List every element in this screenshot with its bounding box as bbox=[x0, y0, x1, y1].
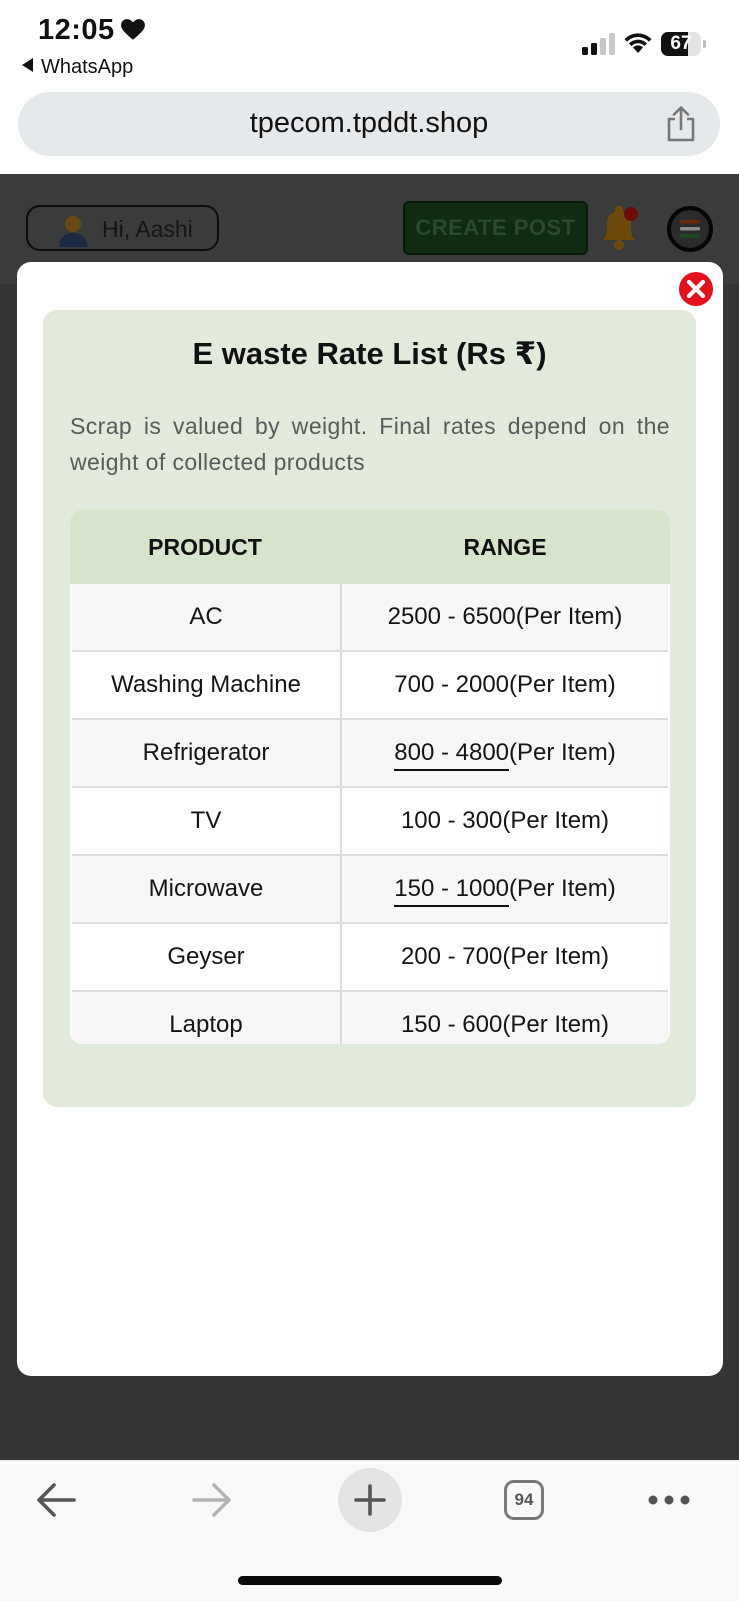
range-unit: (Per Item) bbox=[502, 1011, 610, 1038]
user-greeting-button[interactable]: Hi, Aashi bbox=[26, 205, 219, 251]
wifi-icon bbox=[624, 33, 652, 53]
rate-table[interactable]: PRODUCT RANGE AC 2500 - 6500(Per Item) W… bbox=[70, 510, 670, 1044]
range-cell: 150 - 1000(Per Item) bbox=[342, 856, 668, 922]
range-unit: (Per Item) bbox=[509, 739, 616, 766]
modal-title: E waste Rate List (Rs ₹) bbox=[192, 336, 547, 371]
plus-icon bbox=[354, 1484, 386, 1516]
heart-icon bbox=[121, 19, 145, 40]
close-icon[interactable] bbox=[677, 270, 715, 308]
range-value: 150 - 600 bbox=[400, 1011, 503, 1038]
status-bar: 12:05 WhatsApp 67 bbox=[0, 0, 739, 88]
table-row: Microwave 150 - 1000(Per Item) bbox=[72, 856, 668, 924]
table-row: Refrigerator 800 - 4800(Per Item) bbox=[72, 720, 668, 788]
range-value: 2500 - 6500 bbox=[387, 603, 516, 630]
header-range: RANGE bbox=[463, 534, 547, 560]
battery-percent: 67 bbox=[670, 33, 692, 54]
range-cell: 200 - 700(Per Item) bbox=[342, 924, 668, 990]
range-unit: (Per Item) bbox=[502, 943, 610, 970]
range-unit: (Per Item) bbox=[509, 671, 616, 698]
notification-bell-icon[interactable] bbox=[595, 202, 643, 252]
range-value-link[interactable]: 150 - 1000 bbox=[394, 875, 510, 907]
address-bar[interactable]: tpecom.tpddt.shop bbox=[18, 92, 720, 156]
url-text: tpecom.tpddt.shop bbox=[249, 107, 489, 139]
range-value: 700 - 2000 bbox=[394, 671, 510, 698]
range-cell: 150 - 600(Per Item) bbox=[342, 992, 668, 1044]
greeting-text: Hi, Aashi bbox=[102, 216, 193, 242]
share-icon[interactable] bbox=[664, 106, 698, 142]
table-header: PRODUCT RANGE bbox=[70, 510, 670, 584]
more-options-icon[interactable] bbox=[647, 1490, 691, 1510]
cellular-signal-icon bbox=[582, 33, 615, 55]
tabs-button[interactable]: 94 bbox=[504, 1480, 544, 1520]
home-indicator[interactable] bbox=[238, 1576, 502, 1585]
menu-icon[interactable] bbox=[667, 206, 713, 252]
product-cell: Geyser bbox=[72, 924, 342, 990]
clock: 12:05 bbox=[38, 14, 115, 46]
table-row: Washing Machine 700 - 2000(Per Item) bbox=[72, 652, 668, 720]
product-cell: TV bbox=[72, 788, 342, 854]
product-cell: AC bbox=[72, 584, 342, 650]
product-cell: Refrigerator bbox=[72, 720, 342, 786]
header-product: PRODUCT bbox=[148, 534, 262, 560]
battery-icon: 67 bbox=[661, 32, 707, 56]
modal-description: Scrap is valued by weight. Final rates d… bbox=[70, 413, 670, 475]
back-triangle-icon bbox=[22, 58, 33, 72]
create-post-button[interactable]: CREATE POST bbox=[403, 201, 588, 255]
table-row: TV 100 - 300(Per Item) bbox=[72, 788, 668, 856]
product-cell: Microwave bbox=[72, 856, 342, 922]
range-unit: (Per Item) bbox=[515, 603, 623, 630]
range-value-link[interactable]: 800 - 4800 bbox=[394, 739, 510, 771]
user-avatar-icon bbox=[59, 216, 87, 247]
product-cell: Laptop bbox=[72, 992, 342, 1044]
back-app-label: WhatsApp bbox=[41, 56, 134, 78]
table-row: AC 2500 - 6500(Per Item) bbox=[72, 584, 668, 652]
range-value: 100 - 300 bbox=[400, 807, 503, 834]
range-cell: 100 - 300(Per Item) bbox=[342, 788, 668, 854]
range-unit: (Per Item) bbox=[509, 875, 616, 902]
forward-arrow-icon[interactable] bbox=[190, 1480, 234, 1520]
range-cell: 800 - 4800(Per Item) bbox=[342, 720, 668, 786]
range-cell: 700 - 2000(Per Item) bbox=[342, 652, 668, 718]
new-tab-button[interactable] bbox=[338, 1468, 402, 1532]
back-arrow-icon[interactable] bbox=[34, 1480, 78, 1520]
range-value: 200 - 700 bbox=[400, 943, 503, 970]
range-cell: 2500 - 6500(Per Item) bbox=[342, 584, 668, 650]
product-cell: Washing Machine bbox=[72, 652, 342, 718]
table-row: Geyser 200 - 700(Per Item) bbox=[72, 924, 668, 992]
back-to-app-link[interactable]: WhatsApp bbox=[22, 56, 133, 79]
range-unit: (Per Item) bbox=[502, 807, 610, 834]
table-row: Laptop 150 - 600(Per Item) bbox=[72, 992, 668, 1044]
